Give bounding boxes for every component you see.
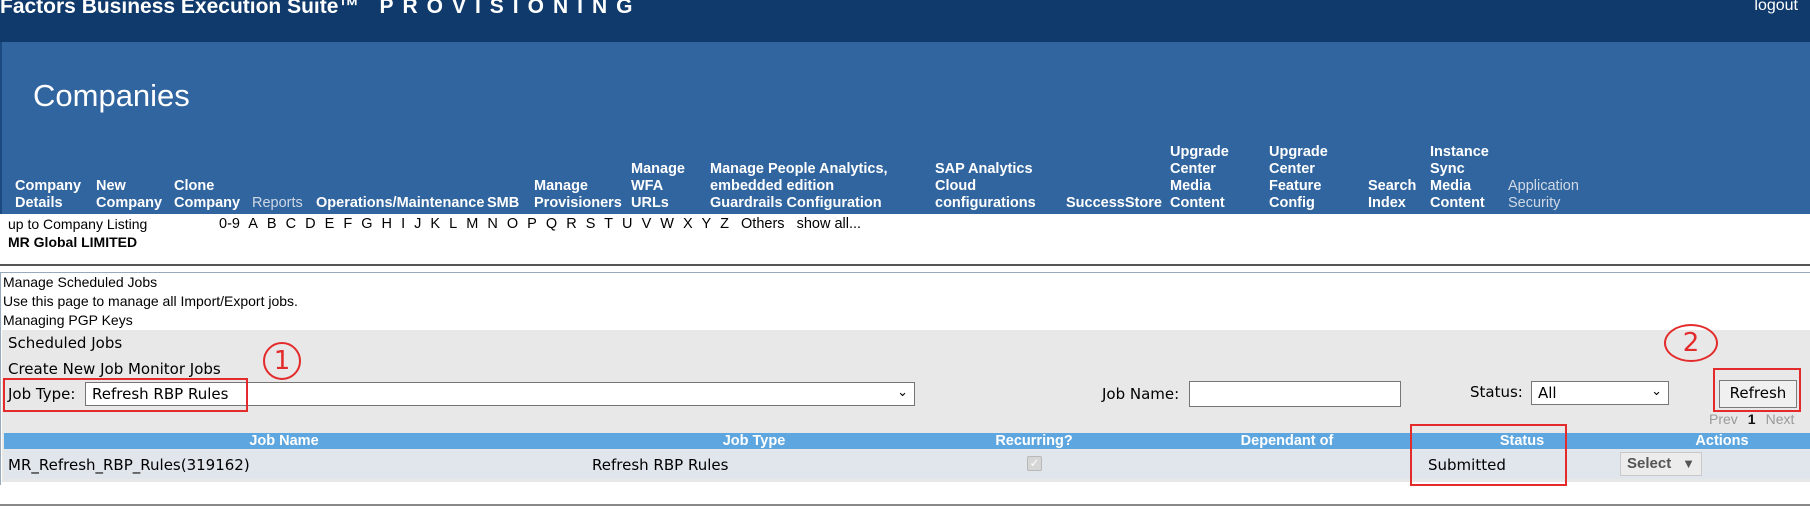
- app-title-text: Factors Business Execution Suite™: [0, 0, 360, 18]
- column-header-recurring: Recurring?: [995, 433, 1073, 449]
- letter-link[interactable]: W: [660, 216, 674, 232]
- nav-application-security[interactable]: Application Security: [1508, 178, 1598, 212]
- letter-link[interactable]: R: [566, 216, 576, 232]
- letter-link[interactable]: U: [622, 216, 632, 232]
- pager: Prev 1 Next: [1709, 411, 1794, 427]
- annotation-marker-1: 1: [263, 342, 301, 380]
- nav-clone-company[interactable]: Clone Company: [174, 178, 240, 212]
- letter-link[interactable]: Q: [546, 216, 557, 232]
- column-header-job-type: Job Type: [722, 433, 786, 449]
- annotation-box-refresh: [1713, 368, 1801, 412]
- create-new-job-link[interactable]: Create New Job Monitor Jobs: [8, 360, 221, 378]
- nav-successstore[interactable]: SuccessStore: [1066, 195, 1162, 212]
- pager-next[interactable]: Next: [1766, 411, 1795, 427]
- job-name-label: Job Name:: [1102, 385, 1180, 403]
- letter-link[interactable]: C: [286, 216, 296, 232]
- letter-link[interactable]: P: [527, 216, 537, 232]
- letter-link[interactable]: S: [586, 216, 596, 232]
- nav-search-index[interactable]: Search Index: [1368, 178, 1418, 212]
- letter-link[interactable]: Z: [720, 216, 729, 232]
- letter-link[interactable]: H: [382, 216, 392, 232]
- up-to-company-listing-link[interactable]: up to Company Listing: [8, 216, 147, 232]
- letter-link[interactable]: V: [642, 216, 652, 232]
- cell-job-name: MR_Refresh_RBP_Rules(319162): [8, 456, 250, 474]
- letter-link[interactable]: J: [414, 216, 421, 232]
- letter-link[interactable]: K: [430, 216, 440, 232]
- app-title: Factors Business Execution Suite™ PROVISI…: [0, 0, 641, 19]
- app-subtitle: PROVISIONING: [379, 0, 642, 18]
- cell-job-type: Refresh RBP Rules: [592, 456, 729, 474]
- annotation-box-job-type: [3, 378, 248, 412]
- chevron-down-icon: ⌄: [1651, 384, 1662, 399]
- letter-link[interactable]: L: [449, 216, 457, 232]
- row-action-label: Select: [1627, 455, 1672, 472]
- letter-link[interactable]: I: [401, 216, 405, 232]
- company-listing-bar: up to Company Listing MR Global LIMITED …: [0, 214, 1810, 266]
- nav-new-company[interactable]: New Company: [96, 178, 162, 212]
- status-value: All: [1538, 384, 1557, 402]
- letter-link[interactable]: 0-9: [219, 216, 240, 232]
- logout-link[interactable]: logout: [1754, 0, 1798, 15]
- main-nav: Company Details New Company Clone Compan…: [2, 140, 1810, 214]
- letter-link[interactable]: D: [305, 216, 315, 232]
- letter-link[interactable]: F: [343, 216, 352, 232]
- letter-link[interactable]: B: [267, 216, 277, 232]
- nav-upgrade-center-media[interactable]: Upgrade Center Media Content: [1170, 144, 1240, 212]
- letter-link[interactable]: Y: [701, 216, 711, 232]
- nav-smb[interactable]: SMB: [487, 195, 527, 212]
- nav-reports[interactable]: Reports: [252, 195, 312, 212]
- column-header-actions: Actions: [1695, 433, 1749, 449]
- page-title: Companies: [33, 78, 190, 113]
- page-header: Companies Company Details New Company Cl…: [0, 42, 1810, 214]
- row-action-select[interactable]: Select ▼: [1620, 452, 1702, 476]
- pager-prev[interactable]: Prev: [1709, 411, 1738, 427]
- nav-manage-wfa-urls[interactable]: Manage WFA URLs: [631, 161, 685, 212]
- pager-current-page: 1: [1747, 411, 1756, 427]
- nav-operations-maintenance[interactable]: Operations/Maintenance: [316, 195, 486, 212]
- annotation-marker-2: 2: [1664, 324, 1718, 362]
- chevron-down-icon: ⌄: [897, 385, 908, 400]
- letter-link[interactable]: X: [683, 216, 693, 232]
- letter-link[interactable]: A: [248, 216, 258, 232]
- nav-upgrade-center-feature[interactable]: Upgrade Center Feature Config: [1269, 144, 1339, 212]
- others-link[interactable]: Others: [741, 216, 785, 232]
- bottom-divider: [0, 504, 1810, 506]
- letter-link[interactable]: O: [507, 216, 518, 232]
- dropdown-arrow-icon: ▼: [1682, 456, 1695, 471]
- letter-link[interactable]: G: [361, 216, 372, 232]
- managing-pgp-keys-link[interactable]: Managing PGP Keys: [3, 312, 133, 328]
- letter-link[interactable]: E: [325, 216, 335, 232]
- nav-manage-provisioners[interactable]: Manage Provisioners: [534, 178, 622, 212]
- company-name: MR Global LIMITED: [8, 234, 138, 250]
- section-description: Use this page to manage all Import/Expor…: [3, 293, 298, 309]
- nav-company-details[interactable]: Company Details: [15, 178, 85, 212]
- status-select[interactable]: All ⌄: [1531, 381, 1669, 405]
- nav-instance-sync[interactable]: Instance Sync Media Content: [1430, 144, 1490, 212]
- column-header-dependant-of: Dependant of: [1240, 433, 1334, 449]
- nav-sap-analytics-cloud[interactable]: SAP Analytics Cloud configurations: [935, 161, 1045, 212]
- section-heading: Manage Scheduled Jobs: [3, 274, 158, 290]
- show-all-link[interactable]: show all...: [797, 216, 861, 232]
- alphabet-filter: 0-9 A B C D E F G H I J K L M N O P Q R …: [219, 216, 866, 232]
- nav-people-analytics[interactable]: Manage People Analytics, embedded editio…: [710, 161, 910, 212]
- column-header-job-name: Job Name: [249, 433, 319, 449]
- job-name-input[interactable]: [1189, 381, 1401, 407]
- recurring-checkbox: ✓: [1027, 456, 1042, 471]
- letter-link[interactable]: T: [604, 216, 613, 232]
- letter-link[interactable]: M: [466, 216, 478, 232]
- annotation-box-status: [1410, 424, 1567, 486]
- status-label: Status:: [1470, 383, 1523, 401]
- top-bar: Factors Business Execution Suite™ PROVISI…: [0, 0, 1810, 42]
- panel-title: Scheduled Jobs: [8, 334, 123, 352]
- letter-link[interactable]: N: [487, 216, 497, 232]
